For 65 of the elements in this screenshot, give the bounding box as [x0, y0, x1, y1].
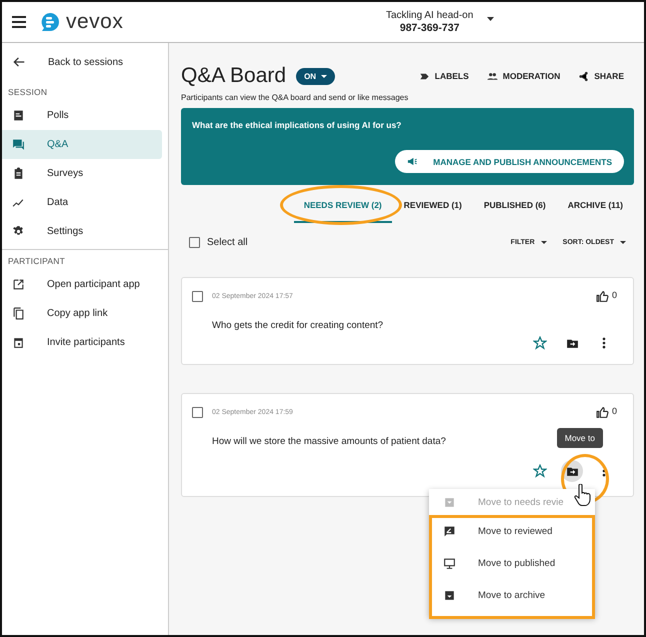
archive-icon	[443, 588, 456, 602]
session-code: 987-369-737	[400, 22, 460, 34]
tab[interactable]: ARCHIVE (11)	[558, 197, 633, 223]
checkbox[interactable]	[192, 291, 203, 302]
toolbar-button[interactable]: LABELS	[418, 70, 469, 82]
status-dropdown[interactable]: ON	[296, 68, 336, 84]
clipboard-icon	[12, 167, 25, 180]
menu-item[interactable]: Move to archive	[429, 579, 595, 611]
chat-icon	[12, 138, 25, 151]
sidebar-item[interactable]: Data	[2, 188, 162, 217]
tab[interactable]: REVIEWED (1)	[394, 197, 472, 223]
announcement-text: What are the ethical implications of using AI for us?	[192, 120, 402, 130]
megaphone-icon	[407, 156, 418, 167]
monitor-icon	[443, 556, 456, 570]
message-text: How will we store the massive amounts of patient data?	[212, 436, 446, 447]
description: Participants can view the Q&A board and send or like messages	[181, 93, 410, 102]
menu-item[interactable]: Move to reviewed	[429, 515, 595, 547]
toolbar-button[interactable]: SHARE	[578, 70, 624, 82]
people-icon	[486, 70, 498, 82]
section-heading: PARTICIPANT	[7, 255, 66, 268]
edit-bubble-icon	[443, 524, 456, 538]
logo: vevox	[66, 10, 124, 34]
document-icon	[12, 109, 25, 122]
sidebar-item[interactable]: Invite participants	[2, 328, 162, 357]
sidebar-item[interactable]: Q&A	[2, 130, 162, 159]
caret-icon	[540, 241, 547, 244]
star-icon	[533, 336, 547, 350]
tooltip: Move to	[556, 428, 603, 448]
logo-icon	[40, 12, 60, 32]
tab[interactable]: PUBLISHED (6)	[474, 197, 556, 223]
calendar-icon	[12, 336, 25, 349]
copy-icon	[12, 307, 25, 320]
sidebar-item[interactable]: Polls	[2, 101, 162, 130]
caret-icon	[620, 241, 626, 244]
page-title: Q&A Board	[181, 64, 286, 88]
star-icon	[533, 464, 547, 478]
external-link-icon	[12, 278, 25, 291]
message-text: Who gets the credit for creating content?	[212, 320, 384, 331]
caret-icon[interactable]	[487, 17, 494, 21]
sidebar-item[interactable]: Open participant app	[2, 270, 162, 299]
checkbox[interactable]	[189, 237, 200, 248]
section-heading: SESSION	[7, 86, 48, 99]
folder-move-icon	[566, 464, 578, 478]
tray-icon	[443, 496, 456, 508]
thumbs-up-icon	[596, 406, 609, 419]
like-count: 0	[612, 406, 617, 416]
share-icon	[578, 70, 590, 82]
back-link[interactable]: Back to sessions	[2, 43, 162, 81]
toolbar-button[interactable]: MODERATION	[486, 70, 560, 82]
sidebar-item[interactable]: Settings	[2, 217, 162, 246]
menu-item[interactable]: Move to published	[429, 547, 595, 579]
like-count: 0	[612, 290, 617, 300]
settings-icon	[12, 225, 25, 238]
thumbs-up-icon	[596, 290, 609, 303]
folder-move-icon	[566, 336, 578, 350]
caret-icon	[321, 74, 328, 78]
select-all-label: Select all	[207, 237, 248, 248]
checkbox[interactable]	[192, 407, 203, 418]
announcements-button[interactable]: MANAGE AND PUBLISH ANNOUNCEMENTS	[395, 150, 624, 173]
sidebar-item[interactable]: Surveys	[2, 159, 162, 188]
sidebar-item[interactable]: Copy app link	[2, 299, 162, 328]
menu-icon[interactable]	[12, 16, 26, 28]
tab[interactable]: NEEDS REVIEW (2)	[294, 197, 392, 223]
back-arrow-icon	[12, 55, 26, 69]
session-title: Tackling AI head-on	[386, 10, 474, 22]
